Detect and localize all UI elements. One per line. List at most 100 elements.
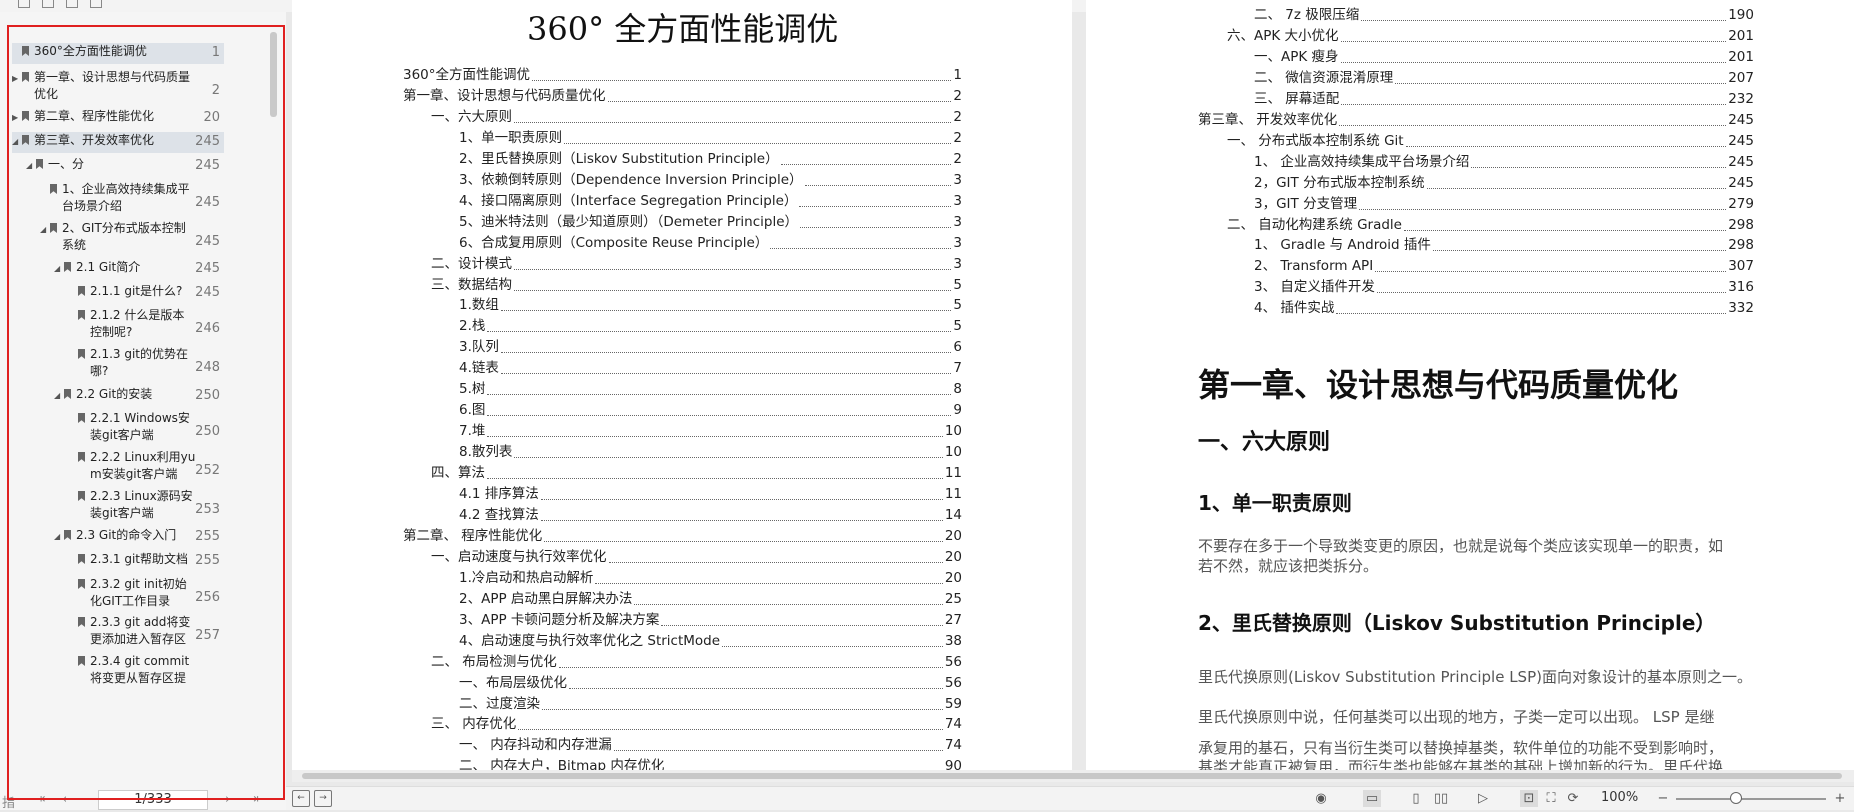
expand-toggle-icon[interactable]: ◢ <box>54 528 60 545</box>
scrollbar-thumb[interactable] <box>302 773 1842 779</box>
next-page-button[interactable]: › <box>225 792 230 807</box>
toc-entry[interactable]: 三、 内存优化 74 <box>431 715 962 734</box>
toc-entry[interactable]: 一、 内存抖动和内存泄漏 74 <box>459 736 962 755</box>
toc-entry[interactable]: 一、 分布式版本控制系统 Git 245 <box>1227 132 1754 151</box>
toc-entry[interactable]: 一、六大原则 2 <box>431 108 962 127</box>
toc-entry[interactable]: 二、过度渲染 59 <box>459 695 962 714</box>
outline-item[interactable]: 2.2.1 Windows安 装git客户端 250 <box>12 410 224 448</box>
actual-size-icon[interactable]: ⊡ <box>1520 790 1538 807</box>
toc-entry[interactable]: 4、接口隔离原则（Interface Segregation Principle… <box>459 192 962 211</box>
expand-toggle-icon[interactable]: ◢ <box>26 157 32 174</box>
toc-entry[interactable]: 5.树 8 <box>459 380 962 399</box>
toc-entry[interactable]: 3、APP 卡顿问题分析及解决方案 27 <box>459 611 962 630</box>
bookmark-add-icon[interactable] <box>90 0 102 8</box>
expand-toggle-icon[interactable]: ◢ <box>12 133 18 150</box>
outline-item[interactable]: ◢ 2.1 Git简介 245 <box>12 259 224 280</box>
rotate-icon[interactable]: ⟳ <box>1564 790 1582 807</box>
toc-entry[interactable]: 2、里氏替换原则（Liskov Substitution Principle） 2 <box>459 150 962 169</box>
expand-panel-icon[interactable]: → <box>314 790 332 807</box>
toc-entry[interactable]: 2，GIT 分布式版本控制系统 245 <box>1254 174 1754 193</box>
outline-item[interactable]: 1、企业高效持续集成平 台场景介绍 245 <box>12 181 224 219</box>
toc-entry[interactable]: 二、 布局检测与优化 56 <box>431 653 962 672</box>
zoom-out-icon[interactable]: − <box>1654 790 1672 807</box>
toc-entry[interactable]: 6.图 9 <box>459 401 962 420</box>
toc-entry[interactable]: 二、 7z 极限压缩 190 <box>1254 6 1754 25</box>
toc-entry[interactable]: 1.数组 5 <box>459 296 962 315</box>
zoom-slider[interactable] <box>1676 798 1826 800</box>
toc-entry[interactable]: 第一章、设计思想与代码质量优化 2 <box>403 87 962 106</box>
outline-item[interactable]: ▶ 第二章、程序性能优化 20 <box>12 108 224 129</box>
outline-item[interactable]: 2.3.4 git commit 将变更从暂存区提 <box>12 653 224 691</box>
outline-item[interactable]: 2.2.2 Linux利用yu m安装git客户端 252 <box>12 449 224 487</box>
toc-entry[interactable]: 一、APK 瘦身 201 <box>1254 48 1754 67</box>
toc-entry[interactable]: 四、算法 11 <box>431 464 962 483</box>
outline-item[interactable]: ◢ 2.3 Git的命令入门 255 <box>12 527 224 548</box>
toc-entry[interactable]: 3.队列 6 <box>459 338 962 357</box>
zoom-in-icon[interactable]: + <box>1831 790 1849 807</box>
toc-entry[interactable]: 三、 屏幕适配 232 <box>1254 90 1754 109</box>
play-icon[interactable]: ▷ <box>1474 790 1492 807</box>
outline-item[interactable]: ◢ 一、分 245 <box>12 156 224 177</box>
outline-item[interactable]: 2.1.3 git的优势在 哪? 248 <box>12 346 224 384</box>
single-page-icon[interactable]: ▭ <box>1363 790 1381 807</box>
horizontal-scrollbar[interactable] <box>292 770 1854 782</box>
toc-entry[interactable]: 6、合成复用原则（Composite Reuse Principle） 3 <box>459 234 962 253</box>
toc-entry[interactable]: 4.链表 7 <box>459 359 962 378</box>
toc-entry[interactable]: 2.栈 5 <box>459 317 962 336</box>
toc-entry[interactable]: 5、迪米特法则（最少知道原则）（Demeter Principle） 3 <box>459 213 962 232</box>
outline-item[interactable]: ▶ 第一章、设计思想与代码质量 优化 2 <box>12 69 224 107</box>
outline-item[interactable]: ◢ 2.2 Git的安装 250 <box>12 386 224 407</box>
toc-entry[interactable]: 2、APP 启动黑白屏解决办法 25 <box>459 590 962 609</box>
toc-entry[interactable]: 1、单一职责原则 2 <box>459 129 962 148</box>
toc-entry[interactable]: 7.堆 10 <box>459 422 962 441</box>
eye-icon[interactable]: ◉ <box>1312 790 1330 807</box>
toc-entry[interactable]: 360°全方面性能调优 1 <box>403 66 962 85</box>
outline-item[interactable]: 2.1.2 什么是版本 控制呢? 246 <box>12 307 224 345</box>
toc-entry[interactable]: 第二章、 程序性能优化 20 <box>403 527 962 546</box>
toc-entry[interactable]: 一、布局层级优化 56 <box>459 674 962 693</box>
outline-item[interactable]: 360°全方面性能调优 1 <box>12 43 224 64</box>
page-number-input[interactable]: 1/333 <box>98 790 208 810</box>
toc-entry[interactable]: 4、 插件实战 332 <box>1254 299 1754 318</box>
toc-entry[interactable]: 4、启动速度与执行效率优化之 StrictMode 38 <box>459 632 962 651</box>
toc-entry[interactable]: 一、启动速度与执行效率优化 20 <box>431 548 962 567</box>
page-view-icon[interactable]: ▯ <box>1407 790 1425 807</box>
collapse-panel-icon[interactable]: ← <box>292 790 310 807</box>
toc-entry[interactable]: 3，GIT 分支管理 279 <box>1254 195 1754 214</box>
toc-entry[interactable]: 2、 Transform API 307 <box>1254 257 1754 276</box>
toc-entry[interactable]: 三、数据结构 5 <box>431 276 962 295</box>
expand-toggle-icon[interactable]: ◢ <box>54 387 60 404</box>
toc-entry[interactable]: 二、设计模式 3 <box>431 255 962 274</box>
fit-page-icon[interactable]: ⛶ <box>1542 790 1560 807</box>
expand-toggle-icon[interactable]: ◢ <box>40 221 46 238</box>
toc-entry[interactable]: 8.散列表 10 <box>459 443 962 462</box>
outline-item[interactable]: 2.3.2 git init初始 化GIT工作目录 256 <box>12 576 224 614</box>
toolbar-icon-1[interactable] <box>18 0 30 8</box>
outline-item[interactable]: ◢ 2、GIT分布式版本控制 系统 245 <box>12 220 224 258</box>
expand-toggle-icon[interactable]: ◢ <box>54 260 60 277</box>
outline-item[interactable]: 2.3.3 git add将变 更添加进入暂存区 257 <box>12 614 224 652</box>
double-page-icon[interactable]: ▯▯ <box>1432 790 1450 807</box>
toc-entry[interactable]: 二、 内存大户，Bitmap 内存优化 90 <box>459 757 962 770</box>
toc-entry[interactable]: 3、 自定义插件开发 316 <box>1254 278 1754 297</box>
expand-toggle-icon[interactable]: ▶ <box>12 70 18 87</box>
prev-page-button[interactable]: ‹ <box>62 792 67 807</box>
toc-entry[interactable]: 3、依赖倒转原则（Dependence Inversion Principle）… <box>459 171 962 190</box>
toolbar-icon-2[interactable] <box>42 0 54 8</box>
toc-entry[interactable]: 4.2 查找算法 14 <box>459 506 962 525</box>
sidebar-scrollbar[interactable] <box>270 32 277 117</box>
outline-item[interactable]: 2.1.1 git是什么? 245 <box>12 283 224 304</box>
first-page-button[interactable]: ⇤ <box>40 792 51 807</box>
toc-entry[interactable]: 1、 Gradle 与 Android 插件 298 <box>1254 236 1754 255</box>
zoom-level[interactable]: 100% <box>1601 790 1638 805</box>
toc-entry[interactable]: 4.1 排序算法 11 <box>459 485 962 504</box>
toc-entry[interactable]: 六、APK 大小优化 201 <box>1227 27 1754 46</box>
bookmark-icon[interactable] <box>66 0 78 8</box>
toc-entry[interactable]: 二、 自动化构建系统 Gradle 298 <box>1227 216 1754 235</box>
toc-entry[interactable]: 1、 企业高效持续集成平台场景介绍 245 <box>1254 153 1754 172</box>
outline-item[interactable]: ◢ 第三章、开发效率优化 245 <box>12 132 224 153</box>
zoom-slider-knob[interactable] <box>1730 792 1742 804</box>
outline-item[interactable]: 2.2.3 Linux源码安 装git客户端 253 <box>12 488 224 526</box>
last-page-button[interactable]: ⇥ <box>248 792 259 807</box>
outline-item[interactable]: 2.3.1 git帮助文档 255 <box>12 551 224 572</box>
